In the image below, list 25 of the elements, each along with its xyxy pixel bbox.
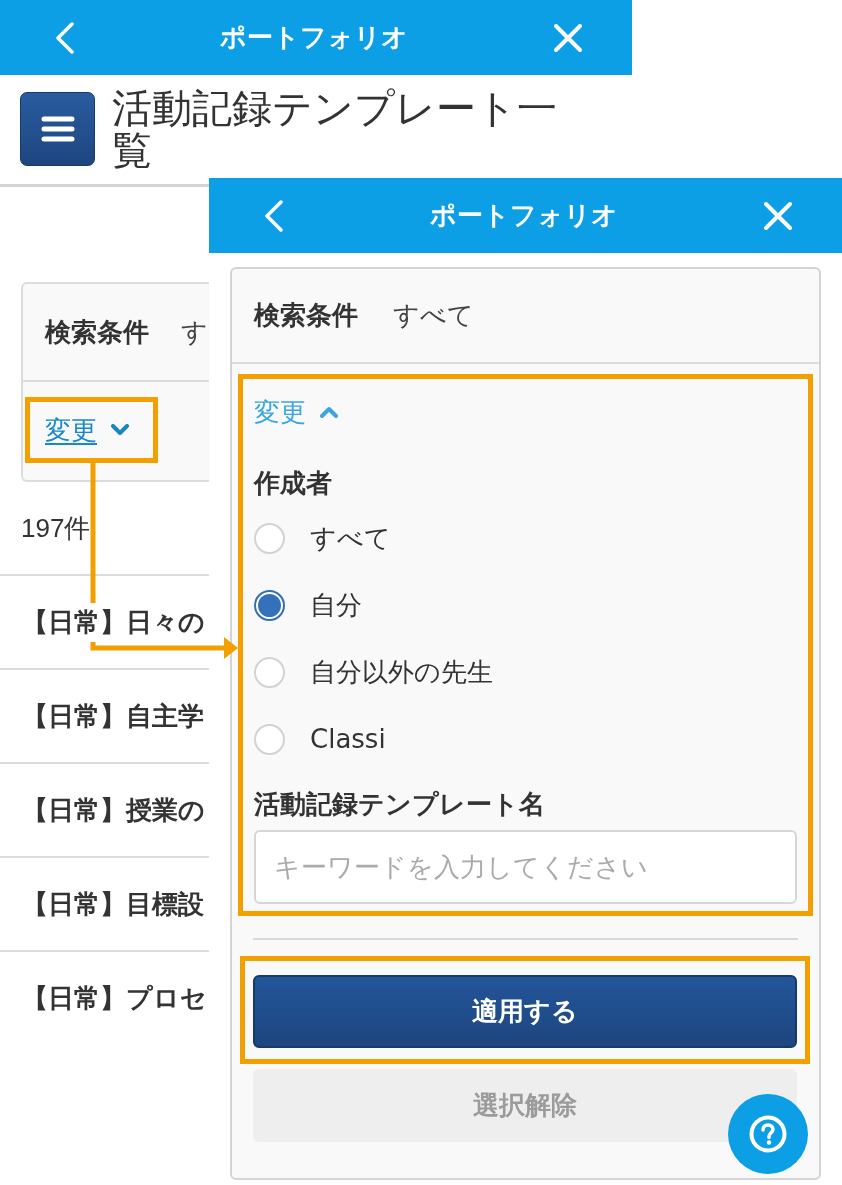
result-count: 197件 [21, 511, 91, 545]
option-label: Classi [310, 723, 386, 756]
close-icon[interactable] [553, 22, 583, 53]
apply-button[interactable]: 適用する [253, 975, 797, 1048]
option-label: すべて [310, 522, 391, 555]
condition-value: す [181, 315, 208, 349]
condition-label: 検索条件 [45, 315, 149, 349]
menu-icon [40, 115, 75, 143]
keyword-input[interactable]: キーワードを入力してください [254, 830, 797, 904]
option-label: 自分 [310, 589, 362, 622]
filter-label: 作成者 [254, 466, 332, 500]
filter-label: 活動記録テンプレート名 [254, 787, 545, 821]
radio-button[interactable] [254, 590, 285, 621]
back-icon[interactable] [264, 199, 284, 232]
condition-label: 検索条件 [254, 299, 358, 332]
close-icon[interactable] [763, 200, 793, 231]
help-icon [749, 1115, 787, 1153]
page-title: 活動記録テンプレート一覧 [112, 87, 558, 171]
change-link[interactable]: 変更 [45, 410, 129, 450]
condition-value: すべて [393, 299, 474, 332]
header-title: ポートフォリオ [429, 199, 618, 232]
header-title: ポートフォリオ [220, 21, 408, 54]
back-icon[interactable] [55, 21, 75, 54]
option-label: 自分以外の先生 [310, 656, 493, 689]
menu-button[interactable] [20, 92, 95, 166]
